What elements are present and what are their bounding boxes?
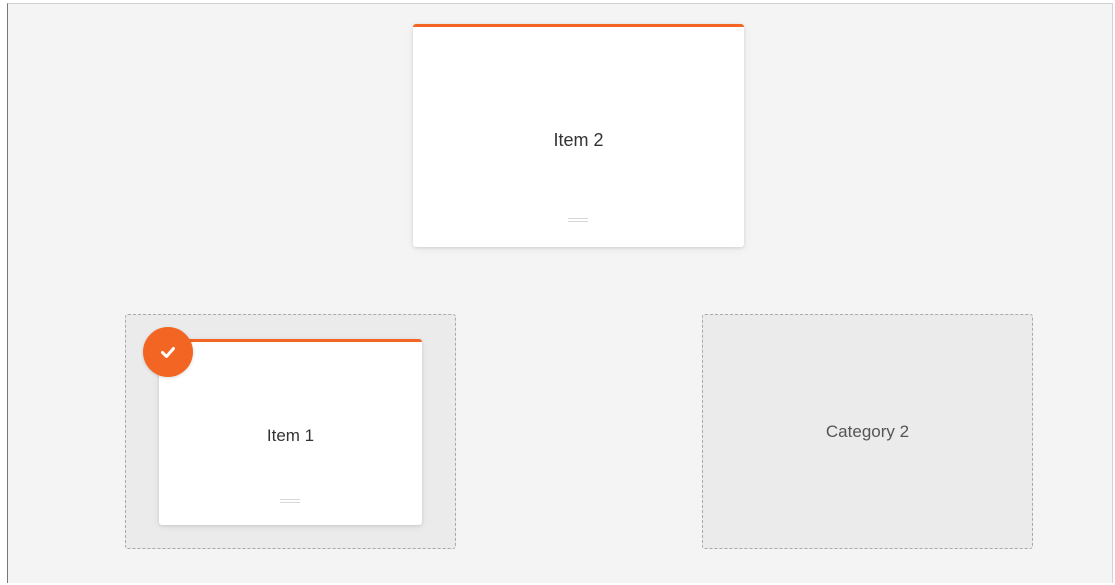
card-label: Item 2 [553, 130, 604, 150]
category-label: Category 2 [825, 422, 910, 441]
check-icon [143, 327, 193, 377]
draggable-card-item-2[interactable]: Item 2 [413, 24, 744, 247]
drag-handle-icon[interactable] [280, 499, 300, 505]
card-label: Item 1 [266, 426, 315, 445]
drop-zone-category-2[interactable]: Category 2 [702, 314, 1033, 549]
drop-zone-category-1[interactable]: Item 1 [125, 314, 456, 549]
draggable-card-item-1[interactable]: Item 1 [159, 339, 422, 525]
drag-handle-icon[interactable] [568, 218, 588, 224]
activity-canvas: Item 2 Item 1 Category 2 [7, 3, 1113, 583]
